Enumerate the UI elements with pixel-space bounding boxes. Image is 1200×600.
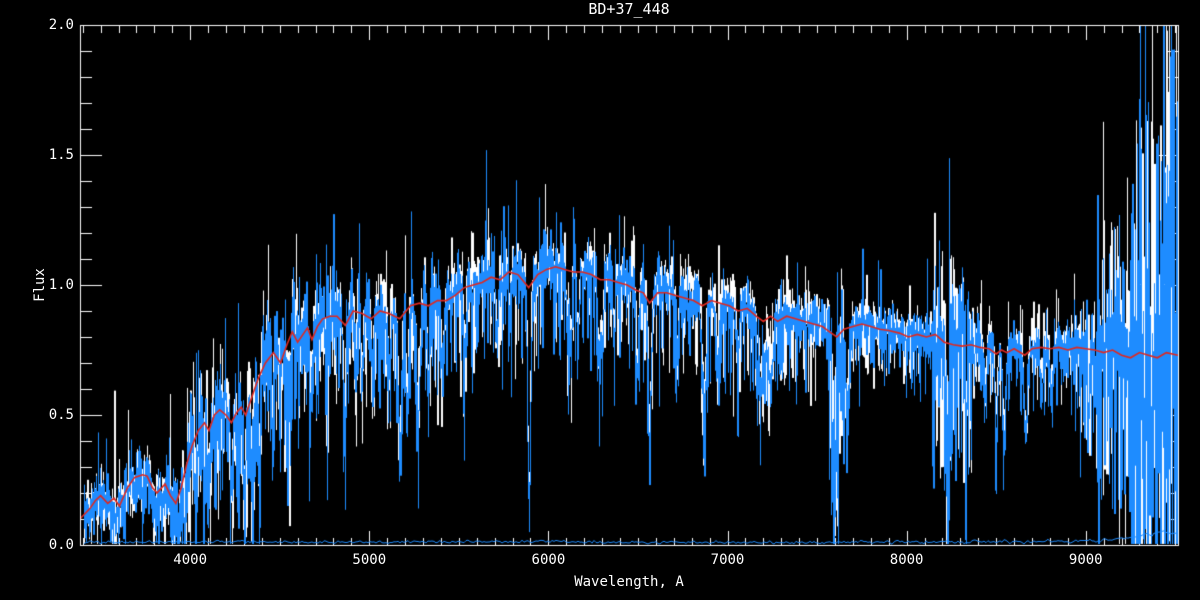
y-tick-label: 0.0 — [48, 537, 74, 553]
x-tick-label: 6000 — [531, 552, 566, 568]
y-tick-label: 1.5 — [48, 147, 74, 163]
chart-title: BD+37_448 — [588, 0, 670, 18]
x-tick-label: 4000 — [173, 552, 208, 568]
spectrum-chart: BD+37_448 Wavelength, A Flux 4000 5000 600… — [0, 0, 1200, 600]
x-axis-label: Wavelength, A — [574, 574, 684, 590]
x-tick-label: 8000 — [889, 552, 924, 568]
y-tick-label: 2.0 — [48, 17, 74, 33]
spectrum-plot-canvas — [0, 0, 1200, 600]
x-tick-label: 5000 — [352, 552, 387, 568]
x-tick-label: 9000 — [1068, 552, 1103, 568]
y-tick-label: 0.5 — [48, 407, 74, 423]
y-tick-label: 1.0 — [48, 277, 74, 293]
x-tick-label: 7000 — [710, 552, 745, 568]
